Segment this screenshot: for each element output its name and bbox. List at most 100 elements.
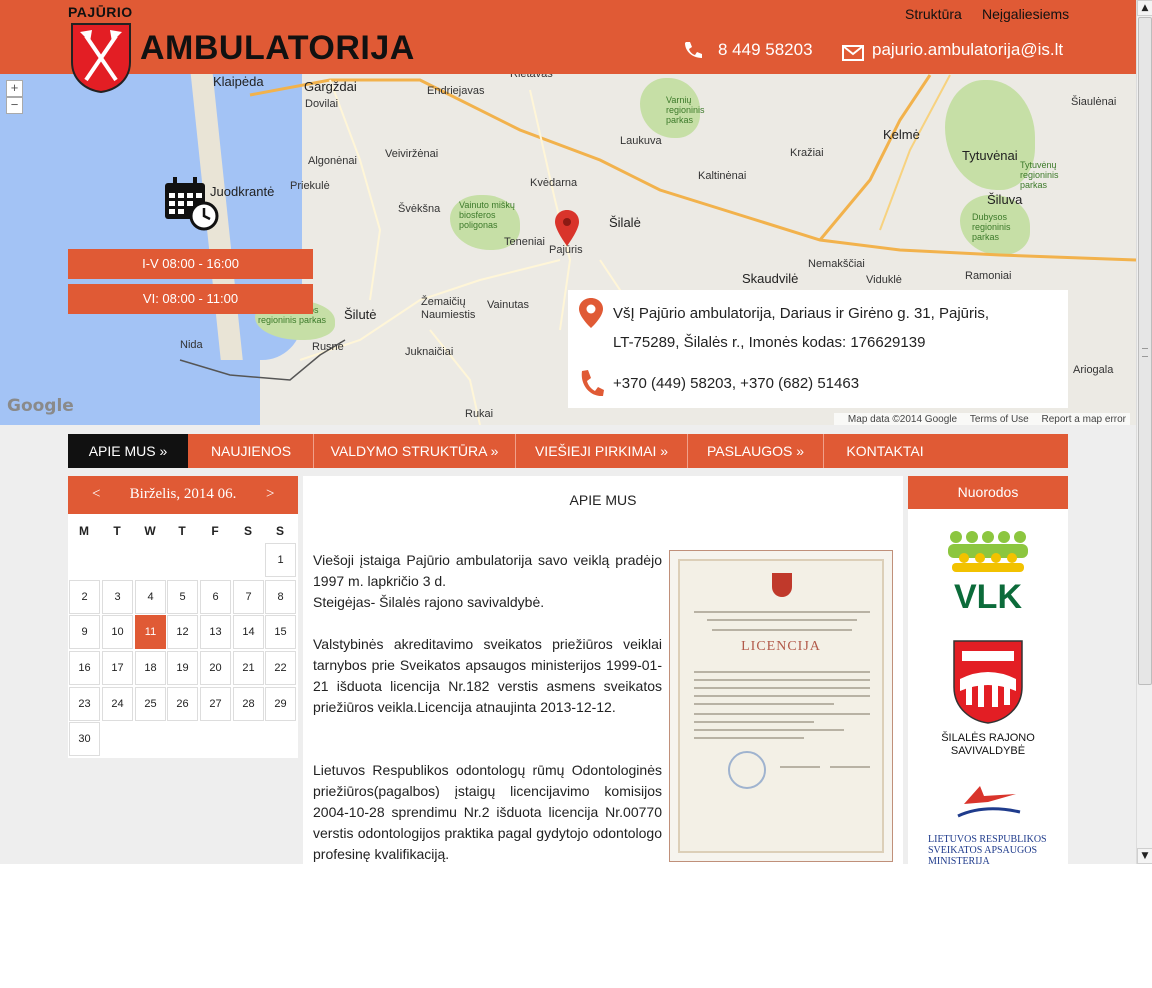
address-phones[interactable]: +370 (449) 58203, +370 (682) 51463 [613, 375, 859, 392]
map-place: Varnių regioninis parkas [666, 95, 705, 125]
map-place: Priekulė [290, 180, 330, 192]
calendar-day[interactable]: 26 [167, 687, 198, 721]
map-place: Šiluva [987, 192, 1023, 207]
map-place: Šiaulėnai [1071, 96, 1117, 108]
calendar-day[interactable]: 9 [69, 615, 100, 649]
map-place: Dubysos regioninis parkas [972, 212, 1011, 242]
calendar-day[interactable]: 16 [69, 651, 100, 685]
calendar-day[interactable]: 7 [233, 580, 264, 614]
nav-management[interactable]: VALDYMO STRUKTŪRA » [314, 434, 516, 468]
vertical-scrollbar[interactable]: ▲ ▼ [1136, 0, 1152, 864]
map-place: Ariogala [1073, 364, 1114, 376]
calendar-day[interactable]: 11 [135, 615, 166, 649]
nav-services[interactable]: PASLAUGOS » [688, 434, 824, 468]
terms-link[interactable]: Terms of Use [970, 414, 1029, 425]
calendar-day[interactable]: 22 [265, 651, 296, 685]
map-place: Laukuva [620, 135, 662, 147]
logo-pretitle: PAJŪRIO [68, 4, 133, 20]
calendar-header: < Birželis, 2014 06. > [68, 476, 298, 514]
map-place: Tytuvėnai [962, 148, 1018, 163]
address-box: VšĮ Pajūrio ambulatorija, Dariaus ir Gir… [568, 290, 1068, 408]
calendar-day[interactable]: 28 [233, 687, 264, 721]
calendar-day[interactable]: 19 [167, 651, 198, 685]
map-place: Vainutas [487, 299, 529, 311]
zoom-in-button[interactable]: + [6, 80, 23, 97]
weekday-hours: I-V 08:00 - 16:00 [68, 249, 313, 279]
address-line-1: VšĮ Pajūrio ambulatorija, Dariaus ir Gir… [613, 305, 989, 322]
license-image[interactable]: LICENCIJA [669, 550, 893, 862]
map-place: Vainuto miškų biosferos poligonas [459, 200, 515, 230]
calendar-day[interactable]: 4 [135, 580, 166, 614]
header-email[interactable]: pajurio.ambulatorija@is.lt [872, 40, 1063, 60]
vlk-logo[interactable]: VLK [946, 528, 1030, 612]
calendar-day[interactable]: 5 [167, 580, 198, 614]
header-phone[interactable]: 8 449 58203 [718, 40, 813, 60]
report-error-link[interactable]: Report a map error [1042, 414, 1126, 425]
address-line-2: LT-75289, Šilalės r., Imonės kodas: 1766… [613, 334, 926, 351]
calendar-weekday: S [243, 524, 252, 538]
site-logo[interactable]: PAJŪRIO AMBULATORIJA [68, 4, 414, 94]
map-place: Juknaičiai [405, 346, 454, 358]
saturday-hours: VI: 08:00 - 11:00 [68, 284, 313, 314]
structure-link[interactable]: Struktūra [905, 6, 962, 22]
nav-procurement[interactable]: VIEŠIEJI PIRKIMAI » [516, 434, 688, 468]
stamp-icon [728, 751, 766, 789]
map-marker-icon[interactable] [555, 210, 579, 246]
map-place: Nemakščiai [808, 258, 865, 270]
map-place: Algonėnai [308, 155, 357, 167]
page-viewport: Klaipėda Gargždai Dovilai Endriejavas Ri… [0, 0, 1136, 864]
calendar-day[interactable]: 12 [167, 615, 198, 649]
links-title: Nuorodos [908, 476, 1068, 509]
map-place: Rusnė [312, 341, 344, 353]
map-place: Juodkrantė [210, 184, 275, 199]
calendar-day[interactable]: 29 [265, 687, 296, 721]
calendar-day[interactable]: 21 [233, 651, 264, 685]
phone-icon [685, 42, 702, 58]
zoom-out-button[interactable]: − [6, 97, 23, 114]
scroll-up-icon[interactable]: ▲ [1137, 0, 1152, 16]
calendar-day[interactable]: 3 [102, 580, 133, 614]
calendar-day[interactable]: 30 [69, 722, 100, 756]
coat-of-arms-icon [71, 23, 131, 94]
map-place: Šilutė [344, 307, 377, 322]
site-header: PAJŪRIO AMBULATORIJA Struktūra Neįgalies… [0, 0, 1136, 94]
calendar-day[interactable]: 18 [135, 651, 166, 685]
calendar-day[interactable]: 20 [200, 651, 231, 685]
map-credits: Map data ©2014 Google Terms of Use Repor… [833, 413, 1130, 425]
calendar-day[interactable]: 24 [102, 687, 133, 721]
calendar-day[interactable]: 10 [102, 615, 133, 649]
nav-news[interactable]: NAUJIENOS [189, 434, 314, 468]
calendar-weekday: W [144, 524, 156, 538]
calendar-day[interactable]: 27 [200, 687, 231, 721]
calendar-day[interactable]: 6 [200, 580, 231, 614]
scrollbar-thumb[interactable] [1138, 17, 1152, 685]
content-paragraph: Valstybinės akreditavimo sveikatos priež… [313, 636, 662, 715]
calendar-day[interactable]: 13 [200, 615, 231, 649]
calendar-next-button[interactable]: > [266, 486, 274, 503]
silale-caption: ŠILALĖS RAJONO SAVIVALDYBĖ [941, 732, 1035, 757]
ministry-logo-icon[interactable] [954, 780, 1024, 824]
calendar-day[interactable]: 8 [265, 580, 296, 614]
calendar-day[interactable]: 2 [69, 580, 100, 614]
lithuania-crest-icon [772, 573, 792, 597]
calendar-widget: < Birželis, 2014 06. > MTWTFSS1234567891… [68, 476, 298, 758]
calendar-day[interactable]: 14 [233, 615, 264, 649]
disabled-access-link[interactable]: Neįgaliesiems [982, 6, 1069, 22]
map-place: Viduklė [866, 274, 902, 286]
google-logo: Google [7, 396, 74, 416]
calendar-day[interactable]: 17 [102, 651, 133, 685]
logo-name: AMBULATORIJA [140, 29, 415, 67]
calendar-day[interactable]: 25 [135, 687, 166, 721]
map-place: Veiviržėnai [385, 148, 439, 160]
map-place: Kelmė [883, 127, 920, 142]
map-place: Rukai [465, 408, 494, 420]
scroll-down-icon[interactable]: ▼ [1137, 848, 1152, 864]
nav-about[interactable]: APIE MUS » [68, 434, 188, 468]
calendar-day[interactable]: 23 [69, 687, 100, 721]
calendar-day[interactable]: 15 [265, 615, 296, 649]
silale-crest-logo[interactable] [952, 639, 1024, 725]
content-paragraph: Steigėjas- Šilalės rajono savivaldybė. [313, 594, 545, 610]
links-sidebar: Nuorodos VLK ŠILALĖS RAJONO SAVIVALDYBĖ … [908, 476, 1068, 864]
calendar-day[interactable]: 1 [265, 543, 296, 577]
nav-contacts[interactable]: KONTAKTAI [824, 434, 946, 468]
